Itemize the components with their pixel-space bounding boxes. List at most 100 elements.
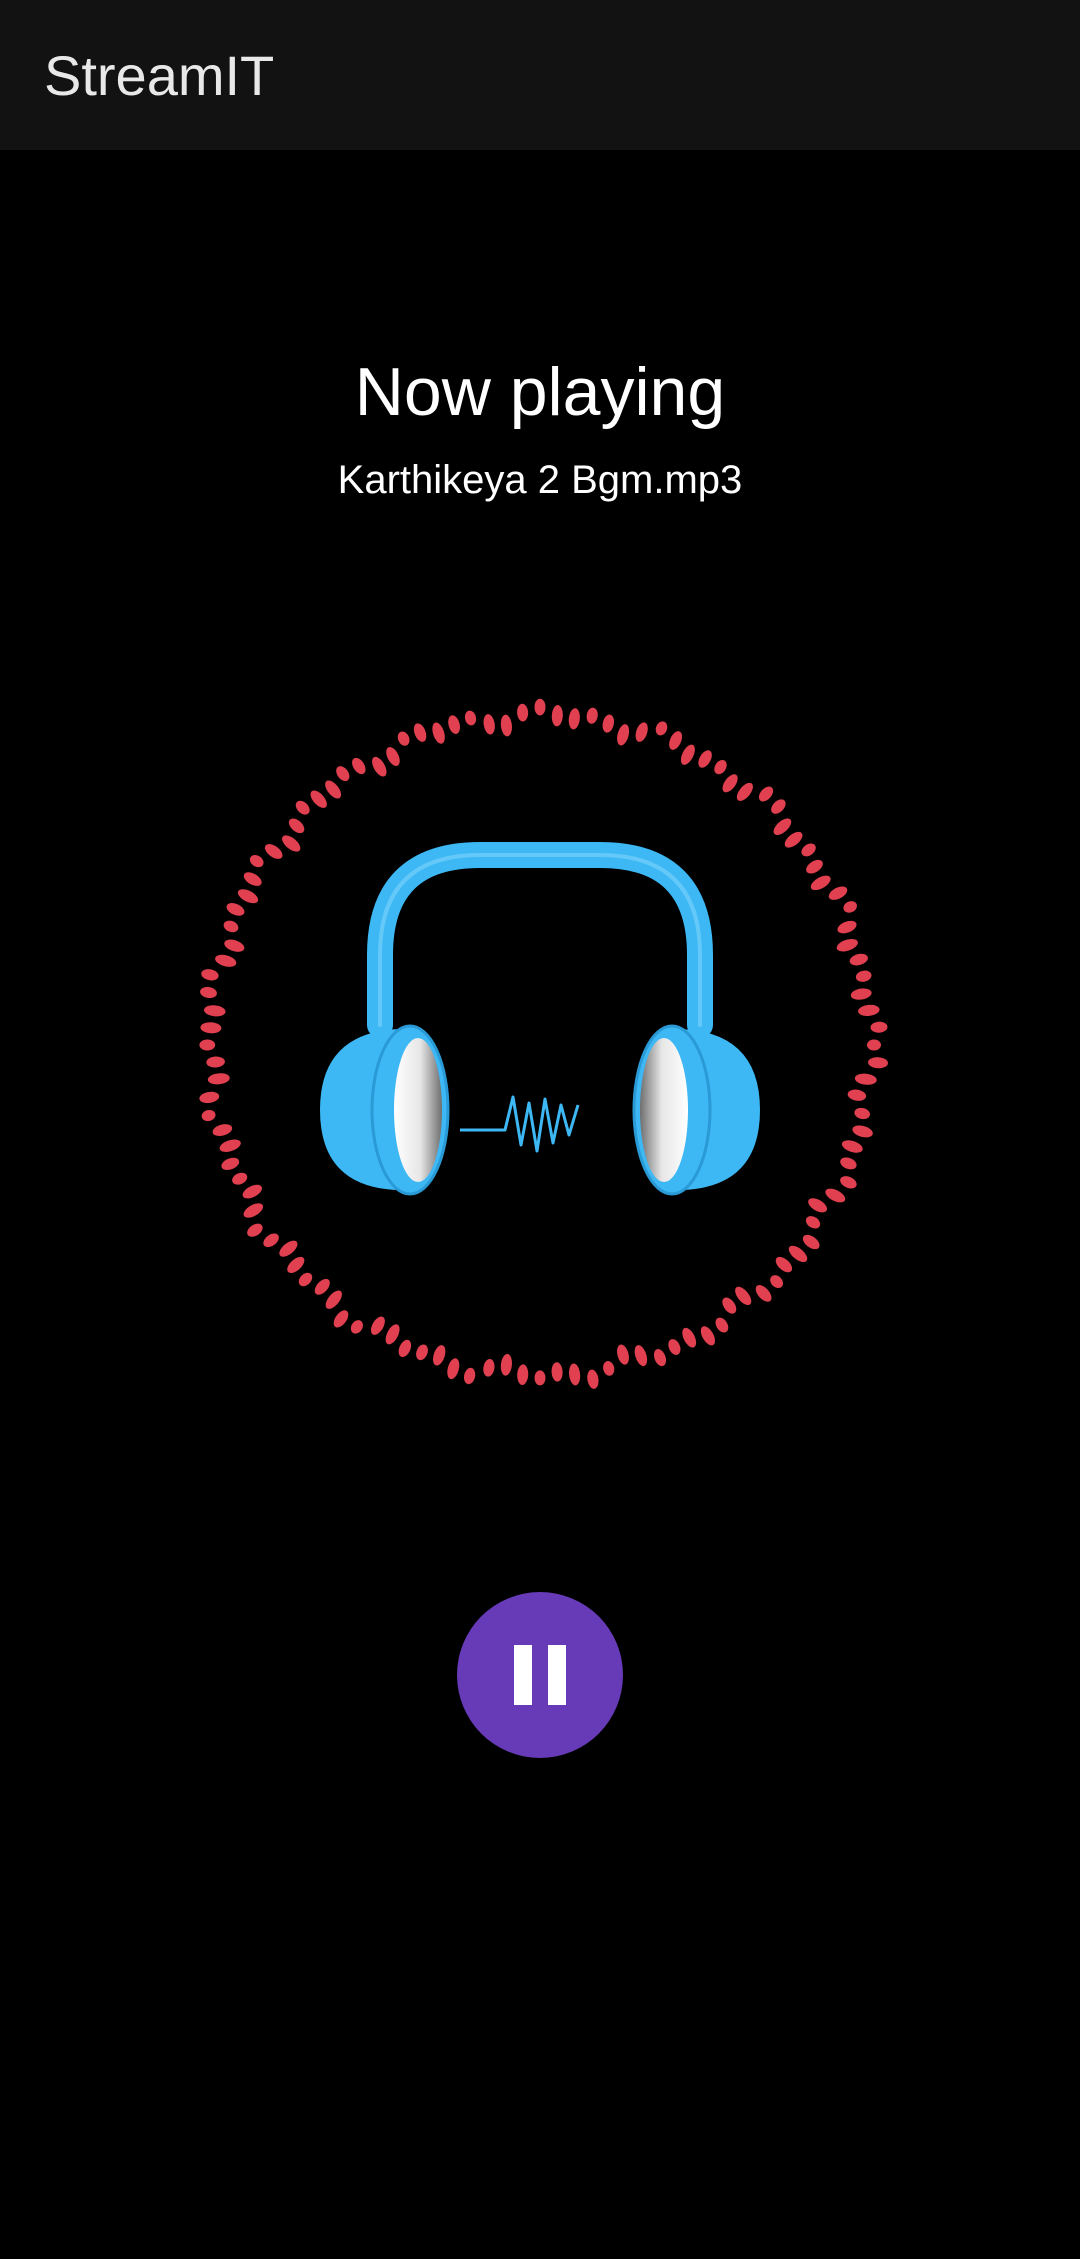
visualizer-dot	[758, 786, 774, 802]
visualizer-dot	[653, 1349, 667, 1367]
visualizer-dot	[336, 766, 350, 782]
visualizer-dot	[325, 1290, 342, 1309]
visualizer-dot	[350, 1320, 363, 1334]
visualizer-dot	[722, 1297, 737, 1314]
visualizer-dot	[755, 1285, 772, 1302]
visualizer-dot	[352, 757, 366, 775]
visualizer-dot	[617, 724, 630, 746]
visualizer-dot	[243, 1203, 264, 1218]
visualizer-dot	[784, 831, 803, 848]
visualizer-dot	[551, 705, 563, 727]
visualizer-dot	[215, 954, 237, 967]
visualizer-dot	[714, 759, 727, 775]
visualizer-dot	[517, 703, 529, 722]
visualizer-dot	[464, 710, 477, 726]
visualizer-dot	[243, 872, 262, 886]
visualizer-dot	[715, 1317, 729, 1333]
visualizer-dot	[682, 1327, 697, 1348]
visualizer-dot	[854, 1073, 877, 1085]
now-playing-heading: Now playing	[354, 354, 726, 430]
visualizer-dot	[416, 1344, 428, 1361]
visualizer-dot	[200, 1022, 222, 1034]
visualizer-dot	[635, 722, 648, 742]
visualizer-dot	[433, 1345, 446, 1366]
visualizer-dot	[237, 889, 259, 904]
visualizer-dot	[587, 1369, 599, 1389]
visualizer-dot	[249, 855, 264, 868]
visualizer-dot	[447, 1358, 460, 1380]
visualizer-dot	[310, 790, 327, 808]
visualizer-dot	[201, 969, 219, 981]
visualizer-dot	[669, 731, 683, 750]
visualizer-dot	[775, 1256, 793, 1273]
pause-button[interactable]	[457, 1592, 623, 1758]
visualizer-dot	[850, 988, 872, 1000]
visualizer-dot	[805, 1216, 821, 1229]
headphones-icon	[320, 842, 760, 1196]
visualizer-dot	[840, 1157, 857, 1170]
app-title: StreamIT	[44, 44, 275, 107]
pause-icon	[512, 1645, 568, 1705]
visualizer-dot	[224, 939, 245, 952]
visualizer-dot	[870, 1021, 888, 1033]
visualizer-dot	[602, 714, 615, 733]
visualizer-dot	[852, 1125, 873, 1138]
visualizer-dot	[867, 1039, 881, 1051]
visualizer-dot	[370, 1316, 385, 1335]
visualizer-dot	[448, 715, 460, 734]
visualizer-dot	[828, 886, 848, 900]
visualizer-dot	[500, 1353, 512, 1376]
visualizer-dot	[500, 714, 512, 737]
visualizer-dot	[232, 1172, 248, 1185]
visualizer-dot	[199, 1039, 216, 1051]
visualizer-dot	[463, 1367, 476, 1385]
visualizer-dot	[242, 1184, 262, 1199]
visualizer-dot	[858, 1004, 880, 1016]
visualizer-dot	[483, 1358, 495, 1377]
visualizer-dot	[221, 1157, 240, 1171]
visualizer-dot	[617, 1344, 629, 1365]
visualizer-dot	[700, 1326, 716, 1346]
visualizer-dot	[288, 818, 305, 834]
visualizer-dot	[586, 707, 598, 724]
visualizer-dot	[825, 1188, 846, 1203]
visualizer-dot	[810, 875, 831, 891]
visualizer-dot	[736, 782, 753, 801]
visualizer-dot	[868, 1057, 888, 1069]
visualizer-dot	[849, 953, 868, 966]
visualizer-dot	[534, 698, 546, 716]
visualizer-dot	[680, 744, 695, 765]
visualizer-dot	[770, 1275, 784, 1289]
visualizer-dot	[801, 843, 816, 857]
visualizer-dot	[569, 1363, 581, 1386]
visualizer-dot	[808, 1198, 828, 1213]
visualizer-dot	[200, 986, 217, 999]
visualizer-dot	[219, 1139, 241, 1152]
visualizer-dot	[836, 938, 858, 952]
visualizer-dot	[314, 1278, 330, 1295]
visualizer-dot	[534, 1370, 546, 1386]
visualizer-dot	[247, 1223, 263, 1237]
visualizer-dot	[843, 901, 857, 913]
visualizer-dot	[204, 1005, 226, 1017]
visualizer-dot	[788, 1245, 808, 1263]
visualizer-dot	[432, 722, 445, 744]
visualizer-dot	[841, 1140, 863, 1153]
visualizer-dot	[722, 774, 738, 793]
visualizer-dot	[298, 1272, 313, 1287]
visualizer-dot	[295, 800, 310, 815]
visualizer-dot	[386, 747, 400, 766]
visualizer-dot	[212, 1124, 233, 1137]
visualizer-dot	[223, 920, 239, 933]
visualizer-dot	[483, 714, 495, 735]
visualizer-dot	[568, 708, 580, 730]
visualizer-dot	[287, 1256, 305, 1273]
visualizer-dot	[603, 1361, 615, 1376]
visualizer-dot	[206, 1056, 225, 1068]
visualizer-dot	[840, 1176, 857, 1189]
visualizer-dot	[847, 1089, 867, 1101]
visualizer-dot	[668, 1339, 681, 1355]
visualizer-dot	[397, 731, 410, 746]
visualizer-dot	[771, 799, 786, 814]
visualizer-dot	[226, 903, 245, 916]
